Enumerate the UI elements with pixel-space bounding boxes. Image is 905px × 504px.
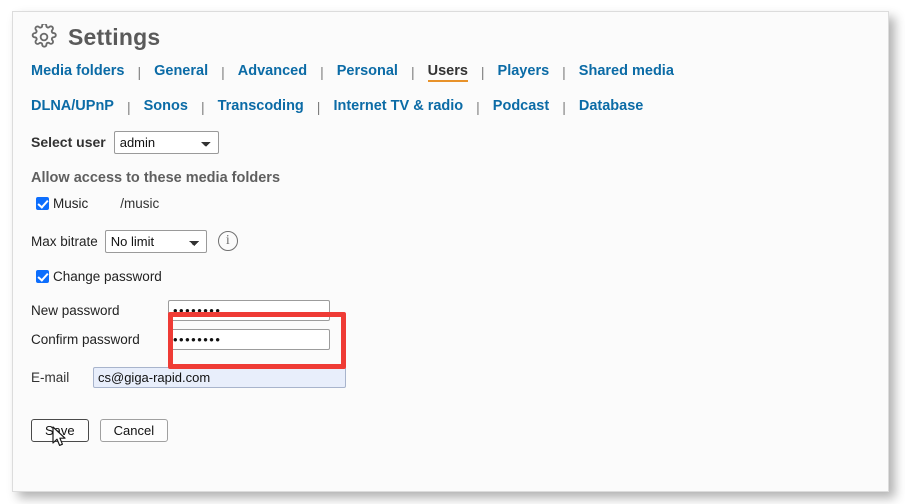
media-folder-label-music: Music xyxy=(53,195,89,211)
tab-users[interactable]: Users xyxy=(427,61,468,82)
email-input[interactable] xyxy=(93,366,346,388)
save-button[interactable]: Save xyxy=(31,419,89,442)
user-settings-form: Select user admin Allow access to these … xyxy=(31,130,871,442)
tab-separator: | xyxy=(320,64,324,80)
tab-separator: | xyxy=(221,64,225,80)
tab-personal[interactable]: Personal xyxy=(337,61,398,82)
tab-separator: | xyxy=(476,99,480,115)
change-password-checkbox[interactable] xyxy=(35,269,49,283)
change-password-row: Change password xyxy=(31,267,871,285)
tab-separator: | xyxy=(480,64,485,80)
gear-icon xyxy=(31,24,57,50)
media-folders-heading: Allow access to these media folders xyxy=(31,170,281,186)
cancel-button[interactable]: Cancel xyxy=(99,419,169,442)
media-folder-checkbox-music[interactable] xyxy=(35,196,49,210)
tab-sonos[interactable]: Sonos xyxy=(144,96,188,117)
max-bitrate-label: Max bitrate xyxy=(31,233,98,249)
settings-tabs-row-2: DLNA/UPnP | Sonos | Transcoding | Intern… xyxy=(31,96,871,117)
tab-separator: | xyxy=(316,99,321,115)
screenshot-root: Settings Media folders | General | Advan… xyxy=(0,0,905,504)
new-password-row: New password xyxy=(31,298,871,322)
tab-podcast[interactable]: Podcast xyxy=(493,96,549,117)
tab-separator: | xyxy=(410,64,415,80)
select-user-dropdown[interactable]: admin xyxy=(113,130,219,154)
select-user-row: Select user admin xyxy=(31,130,871,154)
tab-transcoding[interactable]: Transcoding xyxy=(218,96,304,117)
tab-media-folders[interactable]: Media folders xyxy=(31,61,124,82)
tab-shared-media[interactable]: Shared media xyxy=(579,61,674,82)
media-folder-row-music: Music /music xyxy=(31,194,871,212)
tab-internet-tv-radio[interactable]: Internet TV & radio xyxy=(333,96,463,117)
new-password-label: New password xyxy=(31,302,120,318)
max-bitrate-row: Max bitrate No limit i xyxy=(31,229,871,253)
settings-tabs-row-1: Media folders | General | Advanced | Per… xyxy=(31,61,871,82)
page-header: Settings xyxy=(31,24,160,50)
page-title: Settings xyxy=(68,24,161,50)
tab-separator: | xyxy=(562,99,566,115)
email-row: E-mail xyxy=(31,365,871,389)
email-label: E-mail xyxy=(31,369,70,385)
confirm-password-label: Confirm password xyxy=(31,331,140,347)
media-folder-path-music: /music xyxy=(120,195,160,211)
tab-general[interactable]: General xyxy=(154,61,208,82)
new-password-input[interactable] xyxy=(168,299,330,321)
info-circle-icon[interactable]: i xyxy=(217,231,238,251)
tab-players[interactable]: Players xyxy=(498,61,550,82)
tab-separator: | xyxy=(562,64,566,80)
media-folders-heading-row: Allow access to these media folders xyxy=(31,170,871,186)
confirm-password-row: Confirm password xyxy=(31,327,871,351)
tab-dlna-upnp[interactable]: DLNA/UPnP xyxy=(31,96,114,117)
change-password-label: Change password xyxy=(53,268,162,284)
select-user-label: Select user xyxy=(31,134,106,150)
tab-database[interactable]: Database xyxy=(579,96,643,117)
tab-separator: | xyxy=(137,64,142,80)
form-actions: Save Cancel xyxy=(31,419,871,442)
tab-separator: | xyxy=(200,99,205,115)
confirm-password-input[interactable] xyxy=(168,328,330,350)
settings-window-panel: Settings Media folders | General | Advan… xyxy=(12,11,889,492)
max-bitrate-dropdown[interactable]: No limit xyxy=(104,229,207,253)
tab-advanced[interactable]: Advanced xyxy=(238,61,307,82)
tab-separator: | xyxy=(126,99,131,115)
